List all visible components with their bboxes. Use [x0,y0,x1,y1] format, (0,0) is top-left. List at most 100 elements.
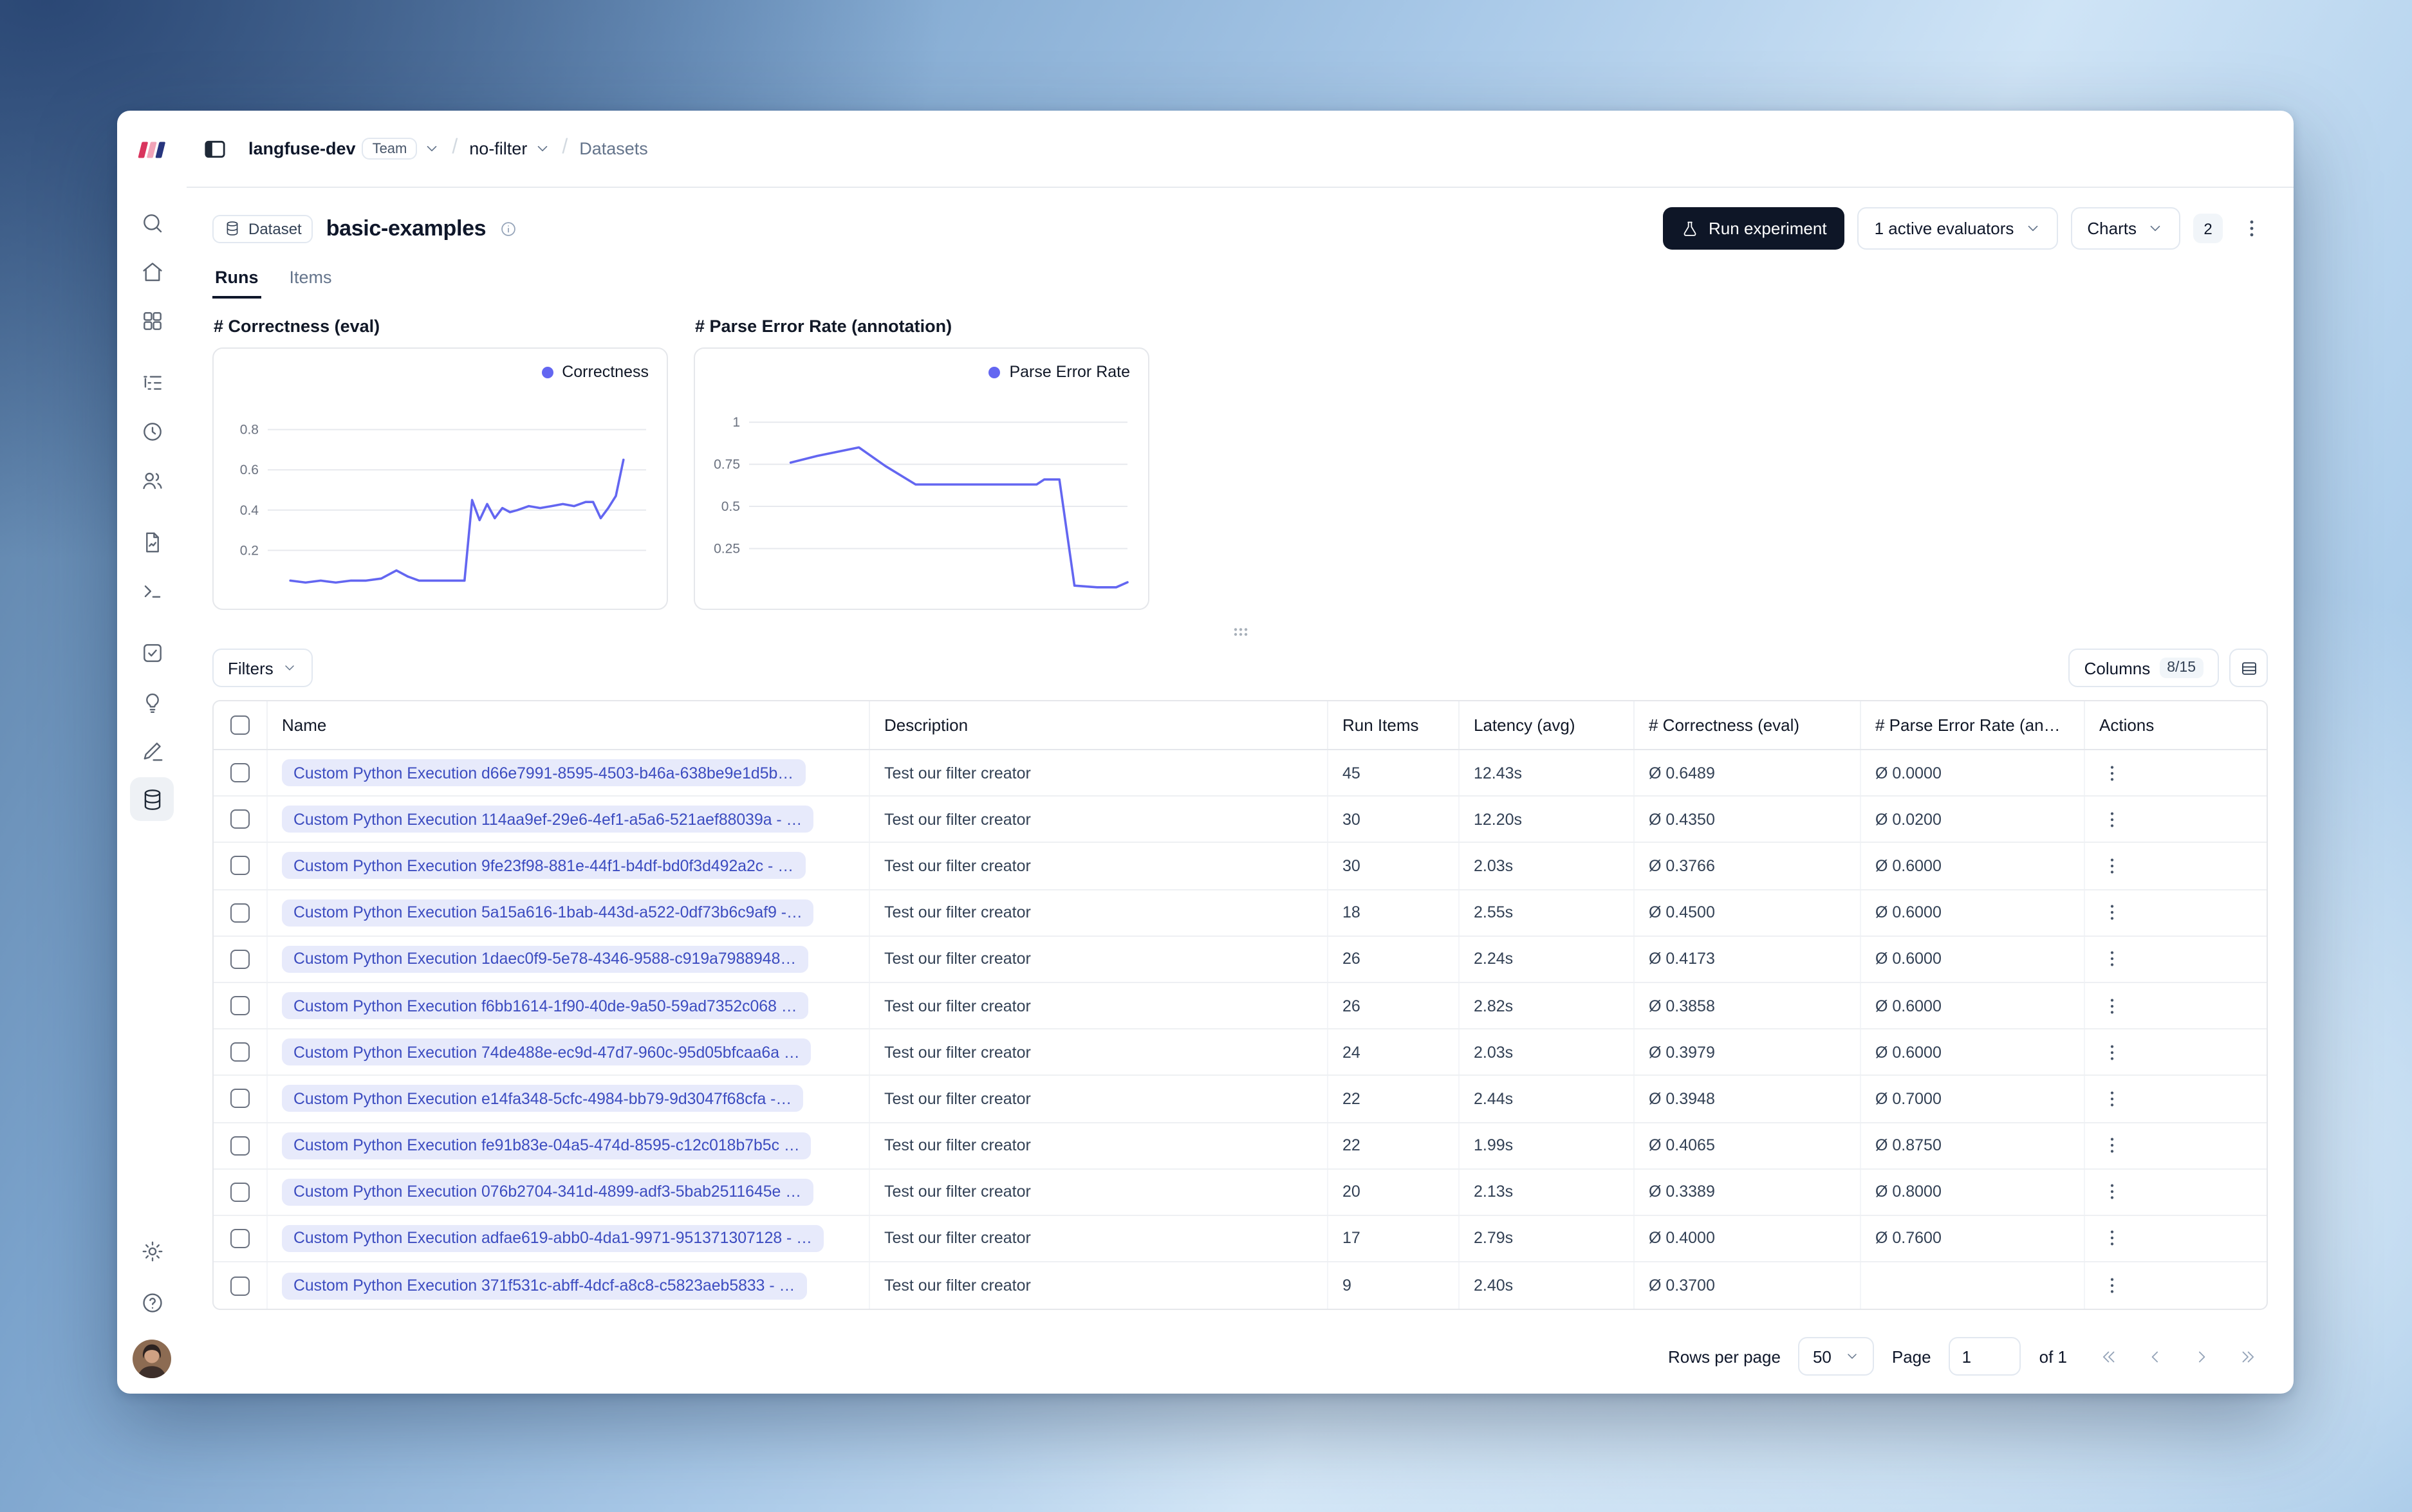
sidebar-item-users[interactable] [130,458,174,502]
cell-run-items: 30 [1328,843,1460,889]
table-row[interactable]: Custom Python Execution fe91b83e-04a5-47… [214,1123,2267,1170]
select-all-checkbox[interactable] [230,715,250,735]
table-row[interactable]: Custom Python Execution 076b2704-341d-48… [214,1169,2267,1216]
run-name-link[interactable]: Custom Python Execution d66e7991-8595-45… [282,759,806,787]
row-actions-button[interactable] [2099,1132,2125,1158]
last-page-button[interactable] [2229,1338,2265,1374]
row-actions-button[interactable] [2099,853,2125,879]
breadcrumb-project[interactable]: no-filter [469,139,550,158]
row-actions-button[interactable] [2099,946,2125,972]
sidebar-item-playground[interactable] [130,569,174,613]
run-name-link[interactable]: Custom Python Execution adfae619-abb0-4d… [282,1224,824,1252]
row-checkbox[interactable] [230,996,250,1016]
columns-button[interactable]: Columns 8/15 [2068,649,2219,687]
row-checkbox[interactable] [230,763,250,783]
previous-page-button[interactable] [2137,1338,2173,1374]
row-actions-button[interactable] [2099,1086,2125,1112]
row-checkbox[interactable] [230,1089,250,1109]
table-row[interactable]: Custom Python Execution 114aa9ef-29e6-4e… [214,797,2267,844]
sidebar-nav [130,188,174,824]
table-row[interactable]: Custom Python Execution d66e7991-8595-45… [214,750,2267,797]
column-header-parse-error[interactable]: # Parse Error Rate (an… [1861,701,2085,749]
table-row[interactable]: Custom Python Execution 5a15a616-1bab-44… [214,890,2267,937]
table-row[interactable]: Custom Python Execution 74de488e-ec9d-47… [214,1029,2267,1076]
row-checkbox[interactable] [230,1228,250,1248]
user-avatar[interactable] [133,1340,171,1378]
row-checkbox[interactable] [230,903,250,923]
run-name-link[interactable]: Custom Python Execution 74de488e-ec9d-47… [282,1038,812,1066]
sidebar-item-tracing[interactable] [130,360,174,404]
run-name-link[interactable]: Custom Python Execution e14fa348-5cfc-49… [282,1085,804,1112]
sidebar-item-insights[interactable] [130,679,174,723]
charts-dropdown[interactable]: Charts [2070,207,2180,250]
page-more-actions-button[interactable] [2236,212,2268,244]
run-name-link[interactable]: Custom Python Execution 371f531c-abff-4d… [282,1272,807,1300]
breadcrumb-section[interactable]: Datasets [579,139,648,158]
run-name-link[interactable]: Custom Python Execution 9fe23f98-881e-44… [282,852,805,880]
row-actions-button[interactable] [2099,760,2125,786]
table-row[interactable]: Custom Python Execution 9fe23f98-881e-44… [214,843,2267,890]
row-actions-button[interactable] [2099,807,2125,833]
row-actions-button[interactable] [2099,993,2125,1019]
tab-runs[interactable]: Runs [212,260,261,299]
run-name-link[interactable]: Custom Python Execution f6bb1614-1f90-40… [282,992,809,1020]
column-header-description[interactable]: Description [870,701,1328,749]
cell-run-items: 20 [1328,1169,1460,1215]
column-header-correctness[interactable]: # Correctness (eval) [1635,701,1861,749]
row-actions-button[interactable] [2099,899,2125,925]
sidebar-item-observations[interactable] [130,520,174,564]
sidebar-item-support[interactable] [130,1280,174,1324]
row-checkbox[interactable] [230,949,250,969]
row-actions-button[interactable] [2099,1039,2125,1065]
sidebar-item-dashboards[interactable] [130,299,174,342]
filters-button[interactable]: Filters [212,649,313,687]
sidebar-item-sessions[interactable] [130,409,174,453]
row-checkbox[interactable] [230,1276,250,1296]
run-name-link[interactable]: Custom Python Execution 076b2704-341d-48… [282,1178,813,1206]
breadcrumb-org-name: langfuse-dev [248,139,356,158]
column-header-run-items[interactable]: Run Items [1328,701,1460,749]
column-header-latency[interactable]: Latency (avg) [1460,701,1635,749]
sidebar-item-settings[interactable] [130,1229,174,1273]
resize-drag-handle[interactable] [1231,625,1249,638]
sidebar-item-datasets[interactable] [130,777,174,821]
cell-correctness: Ø 0.3858 [1635,982,1861,1029]
table-row[interactable]: Custom Python Execution f6bb1614-1f90-40… [214,982,2267,1030]
sidebar-item-home[interactable] [130,250,174,293]
run-name-link[interactable]: Custom Python Execution 114aa9ef-29e6-4e… [282,806,814,833]
cell-parse-error: Ø 0.6000 [1861,936,2085,982]
table-row[interactable]: Custom Python Execution e14fa348-5cfc-49… [214,1076,2267,1123]
row-checkbox[interactable] [230,1182,250,1202]
run-name-link[interactable]: Custom Python Execution 5a15a616-1bab-44… [282,899,814,927]
dataset-type-label: Dataset [248,219,302,237]
info-icon[interactable] [499,219,517,237]
row-checkbox[interactable] [230,809,250,829]
page-number-input[interactable] [1949,1337,2021,1376]
sidebar-item-search[interactable] [130,201,174,244]
evaluators-dropdown[interactable]: 1 active evaluators [1857,207,2058,250]
row-checkbox[interactable] [230,856,250,876]
row-actions-button[interactable] [2099,1179,2125,1205]
cell-description: Test our filter creator [870,843,1328,889]
row-checkbox[interactable] [230,1136,250,1156]
table-row[interactable]: Custom Python Execution 1daec0f9-5e78-43… [214,936,2267,983]
row-actions-button[interactable] [2099,1226,2125,1251]
row-height-button[interactable] [2229,649,2268,687]
tab-items[interactable]: Items [287,260,335,299]
first-page-button[interactable] [2090,1338,2126,1374]
table-row[interactable]: Custom Python Execution 371f531c-abff-4d… [214,1262,2267,1309]
rows-per-page-select[interactable]: 50 [1798,1337,1874,1376]
run-name-link[interactable]: Custom Python Execution 1daec0f9-5e78-43… [282,945,808,973]
next-page-button[interactable] [2183,1338,2219,1374]
run-experiment-button[interactable]: Run experiment [1662,207,1845,250]
breadcrumb-org[interactable]: langfuse-dev Team [248,138,440,160]
sidebar-item-annotation[interactable] [130,728,174,772]
run-name-link[interactable]: Custom Python Execution fe91b83e-04a5-47… [282,1132,812,1159]
chevron-right-icon [2198,1351,2205,1362]
row-checkbox[interactable] [230,1042,250,1062]
column-header-name[interactable]: Name [268,701,870,749]
row-actions-button[interactable] [2099,1273,2125,1298]
sidebar-toggle-button[interactable] [197,131,233,167]
sidebar-item-evaluation[interactable] [130,631,174,674]
table-row[interactable]: Custom Python Execution adfae619-abb0-4d… [214,1215,2267,1263]
